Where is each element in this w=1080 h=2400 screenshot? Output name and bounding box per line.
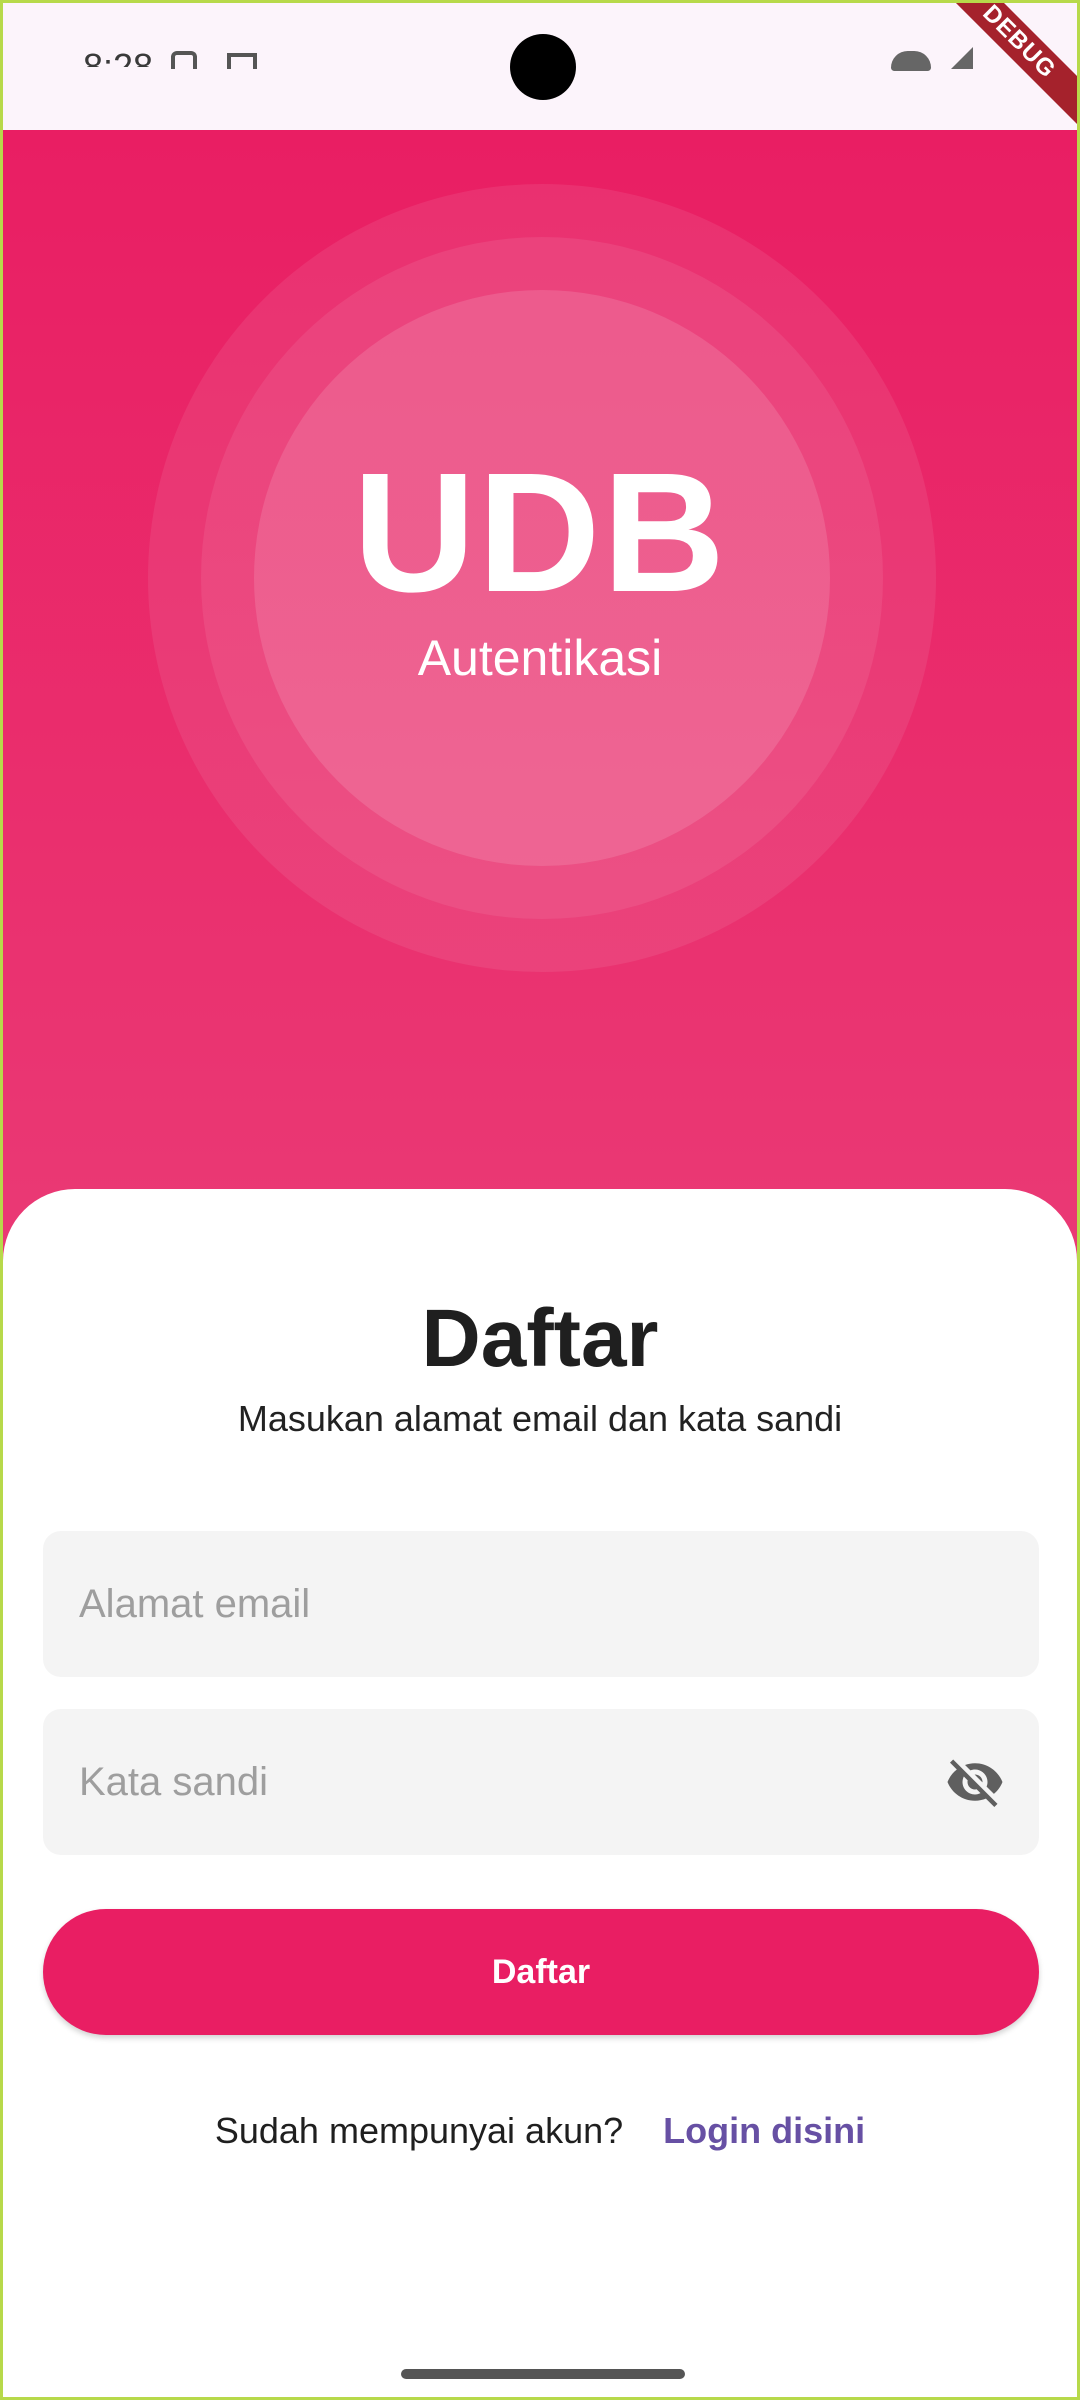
hero-header: UDB Autentikasi [3, 130, 1077, 1290]
debug-banner: DEBUG [922, 3, 1077, 139]
email-field[interactable] [77, 1580, 1005, 1628]
app-logo: UDB [352, 438, 728, 628]
app-screen: 8:28 DEBUG UDB Autentikasi Daftar Masuka… [0, 0, 1080, 2400]
signal-icon [951, 47, 973, 69]
status-bar: 8:28 DEBUG [3, 3, 1077, 139]
eye-off-icon[interactable] [945, 1752, 1005, 1812]
screen-icon [227, 53, 257, 69]
register-card: Daftar Masukan alamat email dan kata san… [3, 1189, 1077, 2397]
login-prompt: Sudah mempunyai akun? [214, 2110, 624, 2151]
app-subtitle: Autentikasi [417, 630, 663, 686]
status-time: 8:28 [83, 46, 154, 67]
camera-cutout [510, 34, 576, 100]
home-indicator[interactable] [401, 2369, 685, 2379]
login-link[interactable]: Login disini [663, 2110, 865, 2151]
password-field-container [43, 1709, 1039, 1855]
login-row: Sudah mempunyai akun? Login disini [3, 2107, 1077, 2155]
register-button[interactable]: Daftar [43, 1909, 1039, 2035]
notification-icon [171, 51, 197, 69]
password-field[interactable] [77, 1758, 935, 1806]
cloud-icon [891, 51, 931, 71]
email-field-container [43, 1531, 1039, 1677]
page-title: Daftar [421, 1293, 659, 1384]
page-subtitle: Masukan alamat email dan kata sandi [237, 1398, 843, 1439]
